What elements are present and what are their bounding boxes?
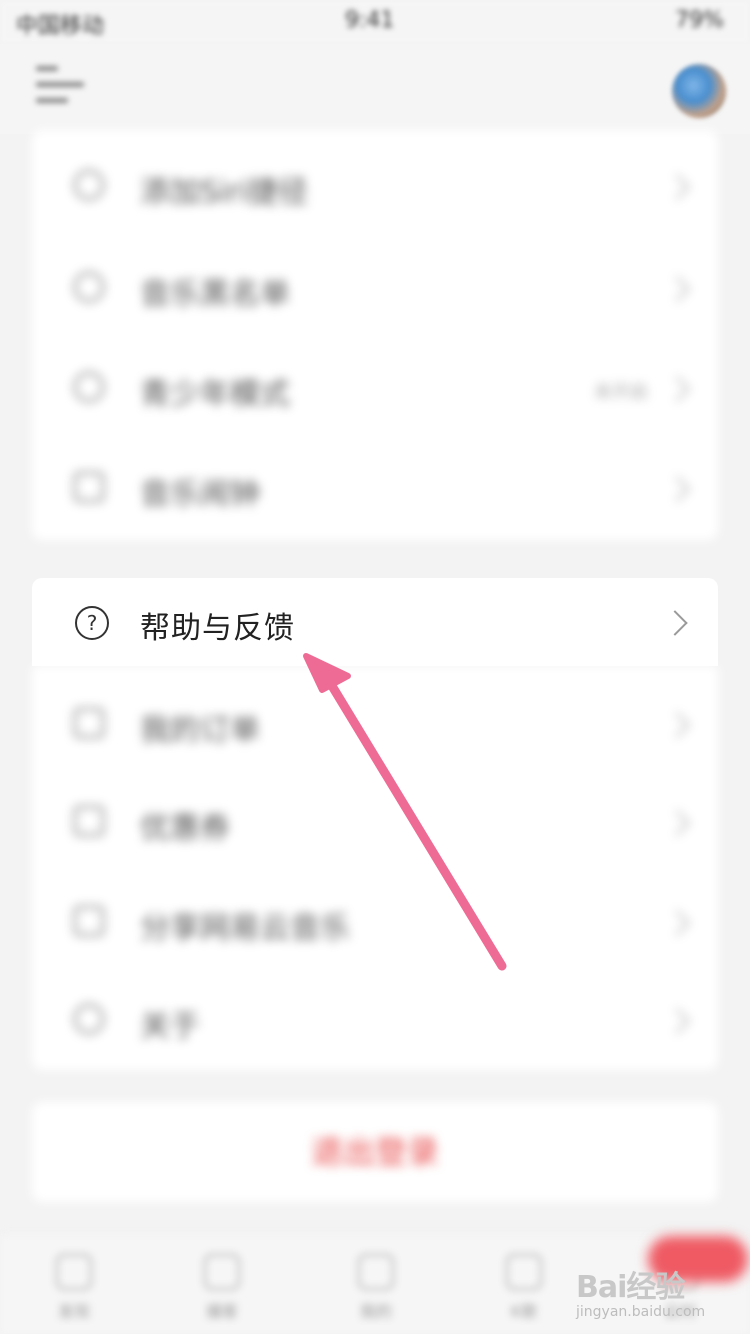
arrow-head <box>303 653 351 693</box>
watermark-brand: Bai经验 <box>576 1270 685 1305</box>
watermark-url: jingyan.baidu.com <box>576 1304 706 1320</box>
annotation-arrow <box>303 653 507 971</box>
baidu-jingyan-watermark: Bai经验 jingyan.baidu.com <box>576 1262 746 1322</box>
arrow-shaft <box>321 671 507 971</box>
